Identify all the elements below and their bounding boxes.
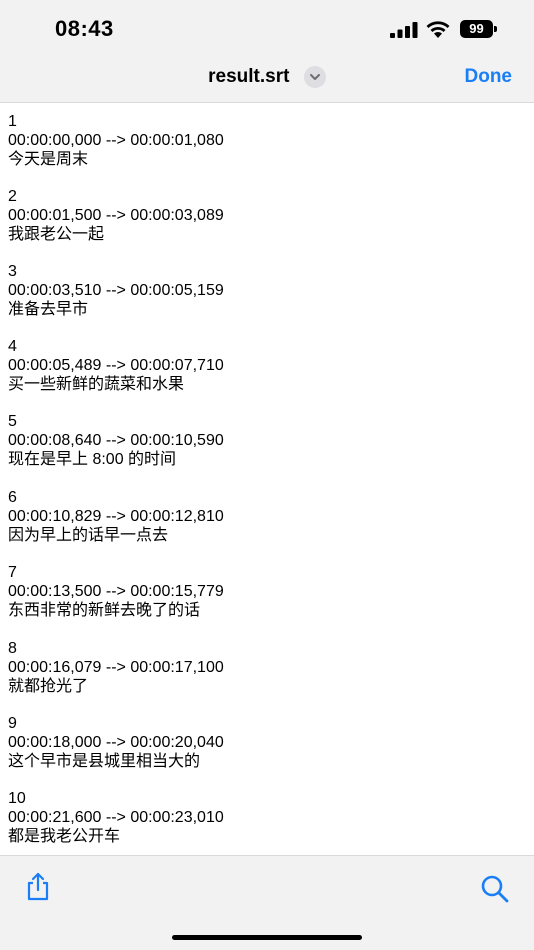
subtitle-timing: 00:00:03,510 --> 00:00:05,159 [8, 282, 224, 299]
subtitle-index: 5 [8, 413, 17, 430]
subtitle-timing: 00:00:05,489 --> 00:00:07,710 [8, 357, 224, 374]
subtitle-index: 2 [8, 188, 17, 205]
search-icon[interactable] [480, 874, 510, 904]
battery-level: 99 [460, 20, 493, 38]
subtitle-index: 3 [8, 263, 17, 280]
subtitle-timing: 00:00:10,829 --> 00:00:12,810 [8, 508, 224, 525]
subtitle-text: 我跟老公一起 [8, 226, 105, 243]
status-bar: 08:43 99 [0, 0, 534, 56]
subtitle-text: 今天是周末 [8, 151, 89, 168]
document-content[interactable]: 1 00:00:00,000 --> 00:00:01,080 今天是周末 2 … [0, 103, 534, 856]
subtitle-timing: 00:00:13,500 --> 00:00:15,779 [8, 583, 224, 600]
subtitle-entry: 3 00:00:03,510 --> 00:00:05,159 准备去早市 [8, 262, 224, 319]
battery-icon: 99 [460, 20, 497, 38]
subtitle-timing: 00:00:16,079 --> 00:00:17,100 [8, 659, 224, 676]
subtitle-text: 东西非常的新鲜去晚了的话 [8, 602, 201, 619]
subtitle-index: 10 [8, 790, 26, 807]
subtitle-text: 买一些新鲜的蔬菜和水果 [8, 376, 185, 393]
subtitle-index: 6 [8, 489, 17, 506]
nav-header: result.srt Done [0, 56, 534, 103]
subtitle-index: 4 [8, 338, 17, 355]
subtitle-index: 8 [8, 640, 17, 657]
subtitle-text: 因为早上的话早一点去 [8, 527, 169, 544]
subtitle-text: 准备去早市 [8, 301, 89, 318]
subtitle-text: 就都抢光了 [8, 678, 89, 695]
cellular-signal-icon [390, 22, 418, 38]
subtitle-entry: 7 00:00:13,500 --> 00:00:15,779 东西非常的新鲜去… [8, 563, 224, 620]
subtitle-entry: 6 00:00:10,829 --> 00:00:12,810 因为早上的话早一… [8, 488, 224, 545]
subtitle-text: 都是我老公开车 [8, 828, 121, 845]
subtitle-timing: 00:00:21,600 --> 00:00:23,010 [8, 809, 224, 826]
chevron-down-icon[interactable] [303, 66, 326, 88]
subtitle-timing: 00:00:08,640 --> 00:00:10,590 [8, 432, 224, 449]
wifi-icon [426, 21, 450, 38]
subtitle-entry: 8 00:00:16,079 --> 00:00:17,100 就都抢光了 [8, 639, 224, 696]
subtitle-text: 现在是早上 8:00 的时间 [8, 451, 177, 468]
battery-cap [494, 26, 497, 32]
subtitle-timing: 00:00:01,500 --> 00:00:03,089 [8, 207, 224, 224]
share-icon[interactable] [24, 872, 52, 902]
document-title[interactable]: result.srt [208, 66, 289, 87]
status-time: 08:43 [55, 16, 114, 41]
done-button[interactable]: Done [465, 66, 513, 88]
subtitle-entry: 10 00:00:21,600 --> 00:00:23,010 都是我老公开车 [8, 789, 224, 846]
title-menu[interactable]: result.srt [0, 66, 534, 88]
subtitle-timing: 00:00:18,000 --> 00:00:20,040 [8, 734, 224, 751]
subtitle-entry: 2 00:00:01,500 --> 00:00:03,089 我跟老公一起 [8, 187, 224, 244]
subtitle-index: 1 [8, 113, 17, 130]
subtitle-text: 这个早市是县城里相当大的 [8, 753, 201, 770]
subtitle-index: 9 [8, 715, 17, 732]
subtitle-entry: 9 00:00:18,000 --> 00:00:20,040 这个早市是县城里… [8, 714, 224, 771]
subtitle-entry: 4 00:00:05,489 --> 00:00:07,710 买一些新鲜的蔬菜… [8, 337, 224, 394]
bottom-toolbar [0, 856, 534, 950]
subtitle-timing: 00:00:00,000 --> 00:00:01,080 [8, 132, 224, 149]
subtitle-entry: 5 00:00:08,640 --> 00:00:10,590 现在是早上 8:… [8, 412, 224, 469]
subtitle-index: 7 [8, 564, 17, 581]
subtitle-entry: 1 00:00:00,000 --> 00:00:01,080 今天是周末 [8, 112, 224, 169]
home-indicator[interactable] [172, 935, 362, 940]
